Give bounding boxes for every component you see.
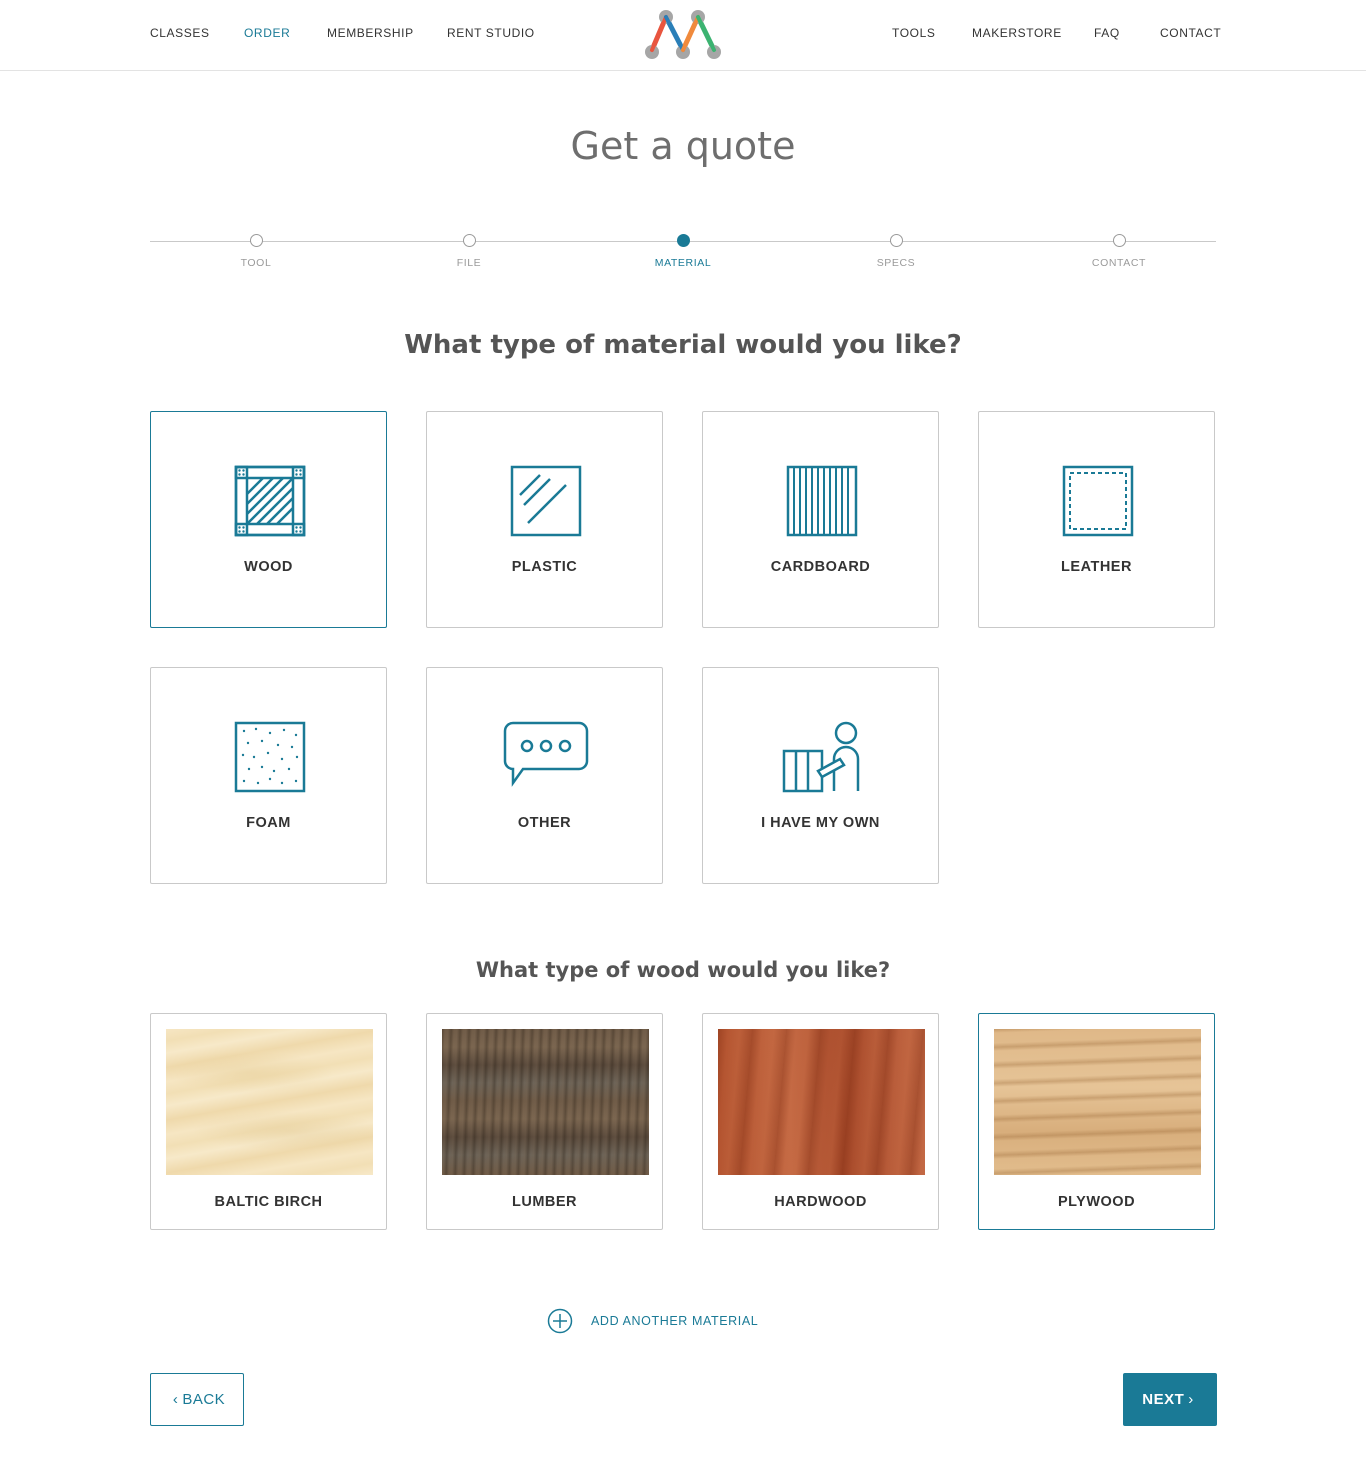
step-tool[interactable]: TOOL (196, 234, 316, 269)
nav-makerstore[interactable]: MAKERSTORE (972, 26, 1062, 40)
baltic-birch-swatch (166, 1029, 373, 1175)
step-label: MATERIAL (654, 257, 712, 269)
material-option-plastic[interactable]: PLASTIC (426, 411, 663, 628)
step-label: FILE (456, 257, 482, 269)
nav-tools[interactable]: TOOLS (892, 26, 935, 40)
wood-icon (234, 465, 306, 537)
material-label: OTHER (517, 815, 572, 831)
hardwood-swatch (718, 1029, 925, 1175)
wood-question: What type of wood would you like? (475, 958, 891, 982)
material-label: CARDBOARD (770, 559, 871, 575)
plywood-swatch (994, 1029, 1201, 1175)
material-option-leather[interactable]: LEATHER (978, 411, 1215, 628)
step-label: SPECS (876, 257, 916, 269)
nav-faq[interactable]: FAQ (1094, 26, 1120, 40)
chevron-left-icon: ‹ (172, 1391, 179, 1408)
nav-contact[interactable]: CONTACT (1160, 26, 1221, 40)
nav-order[interactable]: ORDER (244, 26, 290, 40)
back-button-label: BACK (182, 1391, 226, 1408)
maker-logo[interactable] (640, 8, 726, 62)
person-carrying-material-icon (782, 721, 860, 793)
plus-circle-icon (547, 1308, 573, 1334)
material-option-have-own[interactable]: I HAVE MY OWN (702, 667, 939, 884)
material-label: FOAM (246, 815, 291, 831)
foam-icon (234, 721, 306, 793)
material-label: LEATHER (1061, 559, 1132, 575)
back-button[interactable]: ‹ BACK (150, 1373, 244, 1426)
step-dot (676, 234, 690, 247)
material-question: What type of material would you like? (404, 330, 962, 360)
nav-membership[interactable]: MEMBERSHIP (327, 26, 414, 40)
page-title: Get a quote (570, 124, 796, 168)
material-option-foam[interactable]: FOAM (150, 667, 387, 884)
step-dot (1112, 234, 1126, 247)
wood-label: HARDWOOD (774, 1194, 867, 1210)
step-dot (462, 234, 476, 247)
step-dot (889, 234, 903, 247)
next-button-label: NEXT (1142, 1391, 1185, 1408)
step-contact[interactable]: CONTACT (1059, 234, 1179, 269)
next-button[interactable]: NEXT › (1123, 1373, 1217, 1426)
cardboard-icon (786, 465, 858, 537)
wood-label: BALTIC BIRCH (214, 1194, 323, 1210)
leather-icon (1062, 465, 1134, 537)
wood-option-lumber[interactable]: LUMBER (426, 1013, 663, 1230)
wood-label: PLYWOOD (1057, 1194, 1136, 1210)
material-option-other[interactable]: OTHER (426, 667, 663, 884)
step-material[interactable]: MATERIAL (623, 234, 743, 269)
step-label: TOOL (240, 257, 272, 269)
wood-option-plywood[interactable]: PLYWOOD (978, 1013, 1215, 1230)
step-file[interactable]: FILE (409, 234, 529, 269)
step-specs[interactable]: SPECS (836, 234, 956, 269)
nav-classes[interactable]: CLASSES (150, 26, 210, 40)
speech-bubble-icon (503, 721, 589, 787)
nav-rent-studio[interactable]: RENT STUDIO (447, 26, 535, 40)
step-label: CONTACT (1091, 257, 1147, 269)
add-material-label: ADD ANOTHER MATERIAL (591, 1314, 759, 1328)
wood-label: LUMBER (511, 1194, 578, 1210)
step-dot (249, 234, 263, 247)
material-option-cardboard[interactable]: CARDBOARD (702, 411, 939, 628)
site-header: CLASSES ORDER MEMBERSHIP RENT STUDIO TOO… (0, 0, 1366, 71)
wood-option-hardwood[interactable]: HARDWOOD (702, 1013, 939, 1230)
plastic-icon (510, 465, 582, 537)
chevron-right-icon: › (1188, 1391, 1194, 1408)
material-label: PLASTIC (511, 559, 578, 575)
material-label: I HAVE MY OWN (761, 815, 880, 831)
lumber-swatch (442, 1029, 649, 1175)
wood-option-baltic-birch[interactable]: BALTIC BIRCH (150, 1013, 387, 1230)
material-label: WOOD (244, 559, 293, 575)
material-option-wood[interactable]: WOOD (150, 411, 387, 628)
